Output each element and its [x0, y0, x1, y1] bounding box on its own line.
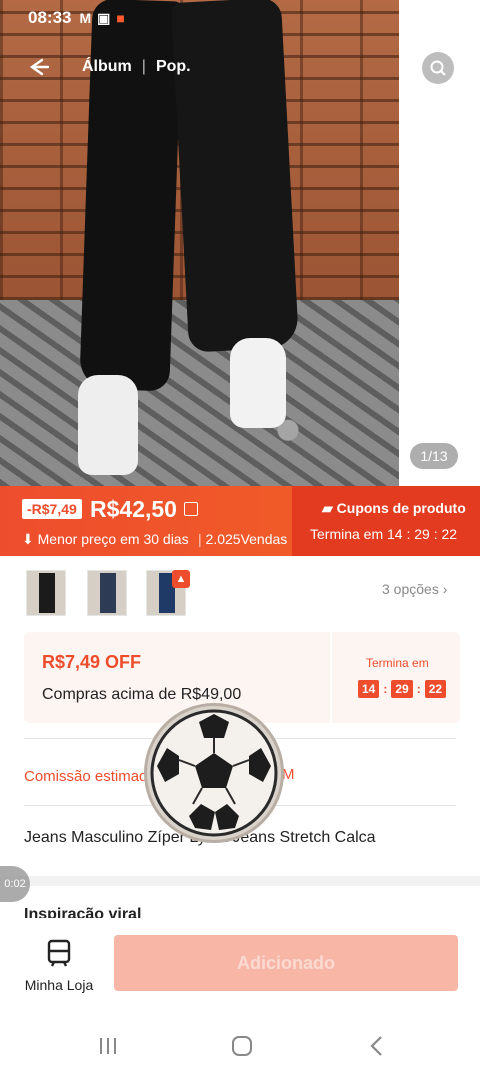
options-label: 3 opções [382, 581, 439, 597]
price-banner: -R$7,49 R$42,50 ⬇ Menor preço em 30 dias… [0, 486, 480, 556]
sales-text: 2.025Vendas [205, 531, 288, 547]
soccer-ball-floating-icon[interactable] [144, 703, 284, 843]
tab-pop[interactable]: Pop. [156, 58, 191, 76]
variant-thumb-dark-blue[interactable] [87, 570, 127, 616]
recent-apps-icon[interactable] [96, 1034, 120, 1058]
coupon-title-text: Cupons de produto [336, 500, 466, 516]
store-label: Minha Loja [24, 977, 94, 993]
card-divider [330, 632, 332, 723]
top-nav: Álbum | Pop. [0, 48, 480, 88]
back-nav-icon[interactable] [366, 1034, 390, 1058]
home-icon[interactable] [230, 1034, 254, 1058]
sneaker-left [78, 375, 138, 475]
wifi-icon: ◠ [455, 9, 468, 25]
gmail-icon: M [79, 9, 92, 26]
my-store-button[interactable]: Minha Loja [22, 938, 96, 993]
coupon-timer: 14 : 29 : 22 [358, 680, 447, 698]
coupon-amount: R$7,49 OFF [42, 652, 142, 672]
options-link[interactable]: 3 opções › [382, 581, 447, 597]
variant-thumb-black[interactable] [26, 570, 66, 616]
location-icon: ● [440, 9, 449, 25]
chevron-right-icon: › [442, 581, 448, 597]
commission-label[interactable]: Comissão estimada [24, 768, 156, 785]
search-icon[interactable] [422, 52, 454, 84]
screen-record-icon: ▣ [97, 9, 111, 26]
coupon-title: ▰ Cupons de produto [322, 500, 466, 516]
mute-icon: 🔇︎ [424, 9, 434, 25]
current-price: R$42,50 [90, 496, 177, 522]
coupon-countdown: Termina em 14 : 29 : 22 [310, 526, 458, 542]
timer-hours: 14 [358, 680, 380, 698]
timer-seconds: 22 [424, 680, 447, 698]
back-arrow-icon[interactable] [22, 52, 54, 84]
lowest-price-text: Menor preço em 30 dias [37, 531, 189, 547]
price-info-icon[interactable] [184, 502, 198, 516]
sales-separator: | [198, 531, 202, 547]
video-time-badge[interactable]: 0:02 [0, 866, 30, 902]
lowest-price-note: ⬇ Menor preço em 30 dias [22, 531, 189, 547]
hot-flame-icon: ▲ [172, 570, 190, 588]
variant-selector: ▲ 3 opções › [0, 556, 480, 624]
price-section: -R$7,49 R$42,50 ⬇ Menor preço em 30 dias… [0, 486, 292, 556]
video-icon: ■ [116, 9, 125, 26]
section-gap [0, 876, 480, 886]
system-status-icons: 🔇︎ ● ◠ [424, 9, 468, 26]
status-time: 08:33 [28, 8, 72, 27]
timer-minutes: 29 [391, 680, 413, 698]
tab-separator: | [141, 58, 146, 75]
store-icon [47, 939, 71, 967]
sales-count: | 2.025Vendas [198, 531, 287, 547]
tab-album[interactable]: Álbum [82, 58, 132, 76]
coupon-ends-label: Termina em [366, 656, 429, 670]
sneaker-right [230, 338, 286, 428]
product-coupons[interactable]: ▰ Cupons de produto Termina em 14 : 29 :… [292, 486, 480, 556]
discount-badge: -R$7,49 [22, 499, 82, 519]
system-navigation [0, 1010, 480, 1078]
added-button[interactable]: Adicionado [114, 935, 458, 991]
notification-icons: M ▣ ■ [79, 10, 124, 27]
status-bar: 08:33 M ▣ ■ [0, 0, 400, 36]
gallery-tabs: Álbum | Pop. [82, 58, 191, 76]
coupon-min-spend: Compras acima de R$49,00 [42, 686, 242, 703]
bottom-action-bar: Minha Loja Adicionado [0, 918, 480, 1010]
image-counter: 1/13 [410, 443, 458, 469]
